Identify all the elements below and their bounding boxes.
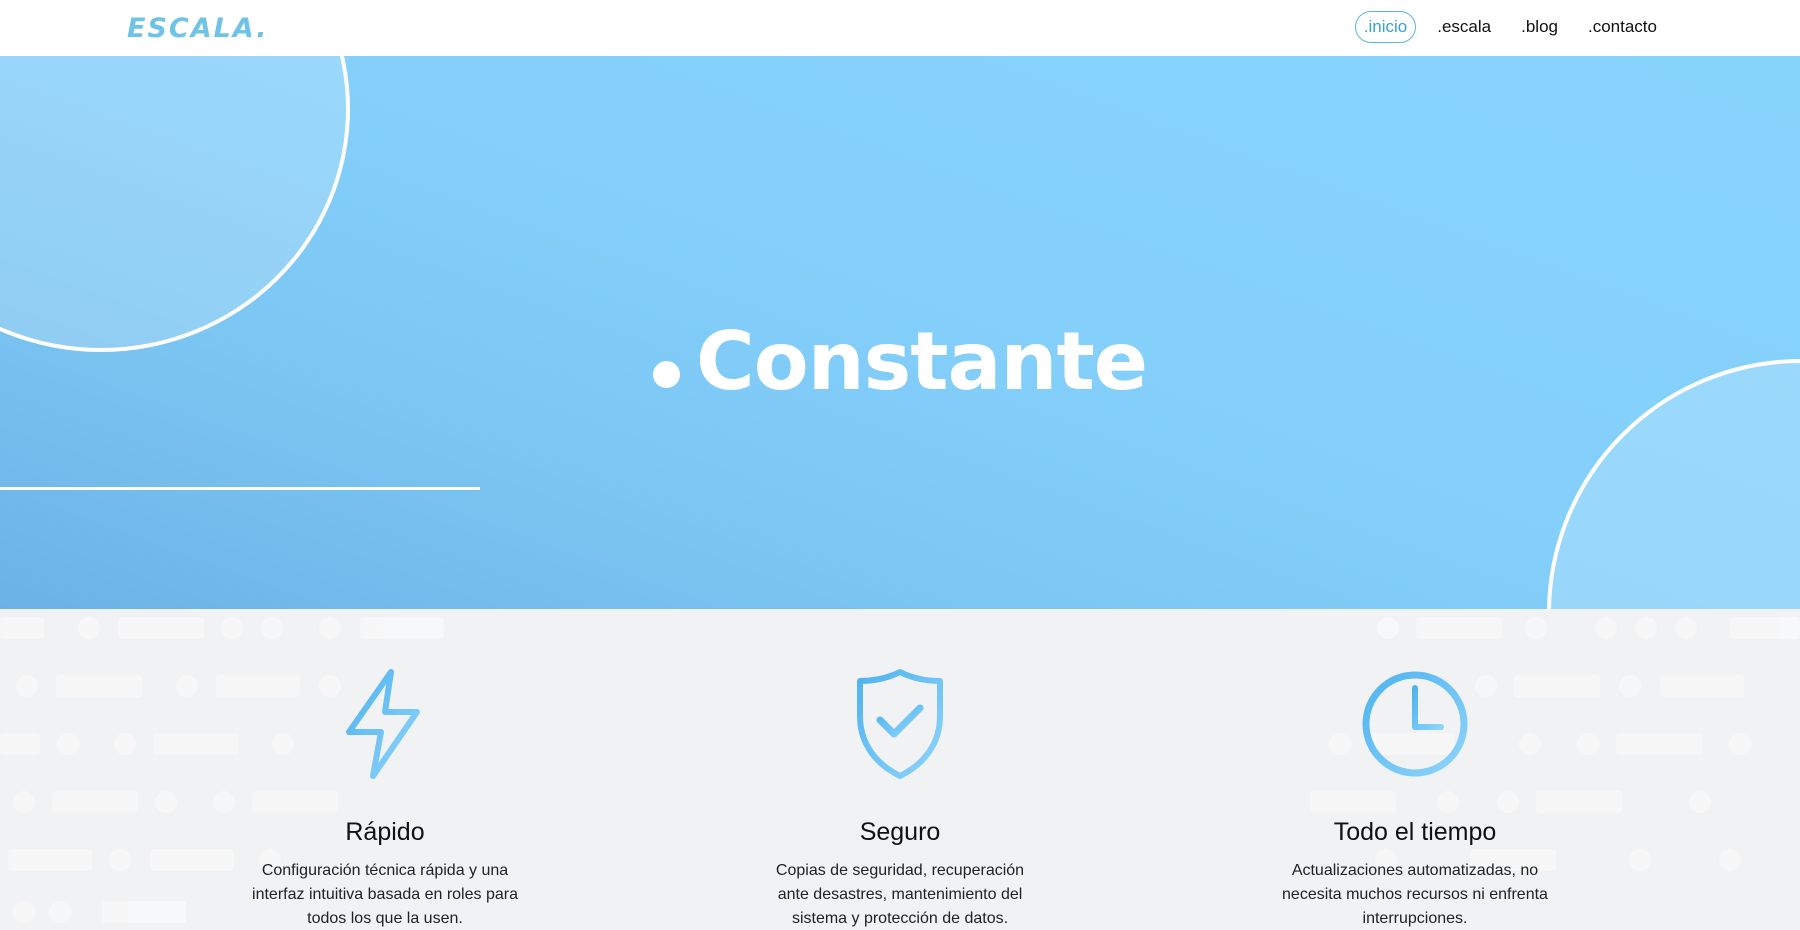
nav-item-contacto[interactable]: .contacto <box>1579 11 1666 43</box>
features-section: Rápido Configuración técnica rápida y un… <box>0 609 1800 930</box>
nav-item-blog[interactable]: .blog <box>1512 11 1567 43</box>
feature-seguro: Seguro Copias de seguridad, recuperación… <box>750 664 1050 930</box>
escala-logo[interactable]: ESCALA. <box>127 12 269 44</box>
decorative-line <box>0 487 480 490</box>
site-header: ESCALA. .inicio .escala .blog .contacto <box>0 0 1800 56</box>
hero-title-text: Constante <box>696 314 1148 408</box>
main-nav: .inicio .escala .blog .contacto <box>1354 11 1666 43</box>
feature-description: Copias de seguridad, recuperación ante d… <box>775 862 1025 927</box>
shield-check-icon <box>857 669 943 779</box>
hero-banner: Constante <box>0 56 1800 609</box>
feature-todo-el-tiempo: Todo el tiempo Actualizaciones automatiz… <box>1265 664 1565 930</box>
hero-dot <box>653 360 681 388</box>
nav-item-escala[interactable]: .escala <box>1428 11 1500 43</box>
nav-item-inicio[interactable]: .inicio <box>1354 11 1417 43</box>
hero-title: Constante <box>0 306 1800 416</box>
feature-title: Seguro <box>859 818 941 846</box>
logo-text: ESCALA. <box>127 12 269 44</box>
feature-description: Configuración técnica rápida y una inter… <box>252 862 518 927</box>
feature-title: Todo el tiempo <box>1333 818 1497 846</box>
feature-description: Actualizaciones automatizadas, no necesi… <box>1282 862 1548 927</box>
feature-title: Rápido <box>345 818 425 846</box>
lightning-icon <box>346 669 420 779</box>
clock-icon <box>1362 671 1468 777</box>
feature-rapido: Rápido Configuración técnica rápida y un… <box>235 664 535 930</box>
